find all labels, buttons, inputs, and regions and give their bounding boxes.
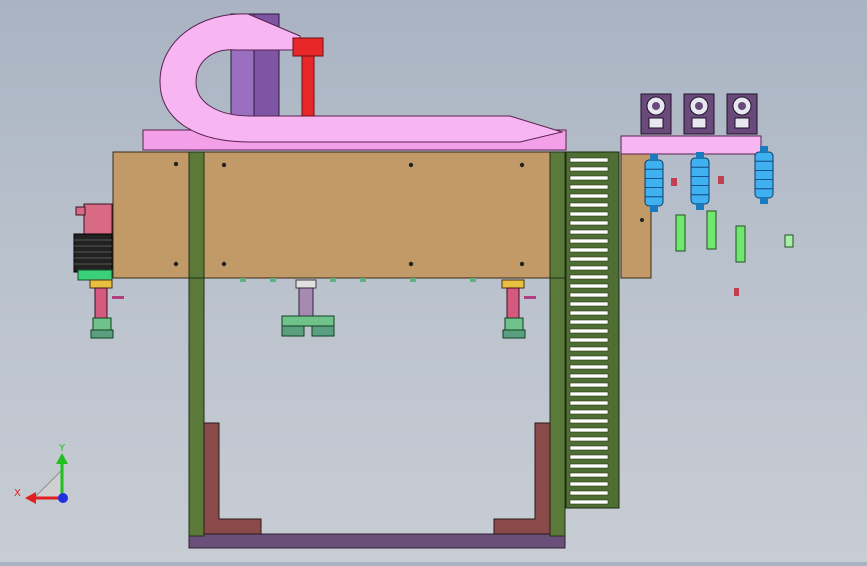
red-rod-cap xyxy=(292,37,324,57)
base-plate xyxy=(188,533,566,549)
triad-x-label: X xyxy=(14,488,21,499)
chain-link xyxy=(569,454,609,460)
cyan-cylinder xyxy=(644,154,664,212)
chain-link xyxy=(569,229,609,235)
motor-green-base xyxy=(77,269,113,281)
right-suction-foot xyxy=(501,279,536,339)
chain-link xyxy=(569,256,609,262)
cyan-cylinder xyxy=(690,152,710,210)
chain-link xyxy=(569,211,609,217)
cyan-cylinder xyxy=(754,146,774,204)
chain-link xyxy=(569,184,609,190)
chain-link xyxy=(569,283,609,289)
left-l-bracket xyxy=(203,422,262,535)
chain-link xyxy=(569,445,609,451)
chain-link xyxy=(569,490,609,496)
chain-link xyxy=(569,301,609,307)
chain-link xyxy=(569,391,609,397)
chain-link xyxy=(569,247,609,253)
chain-link xyxy=(569,427,609,433)
chain-link xyxy=(569,202,609,208)
chain-link xyxy=(569,337,609,343)
chain-link xyxy=(569,346,609,352)
gearbox xyxy=(640,93,672,135)
pink-right-plate xyxy=(620,135,762,155)
right-frame-column-upper xyxy=(549,151,566,279)
gearbox-group xyxy=(640,93,758,135)
chain-link xyxy=(569,463,609,469)
chain-link xyxy=(569,220,609,226)
chain-link xyxy=(569,238,609,244)
cad-viewport[interactable]: X Y xyxy=(0,0,867,562)
left-frame-column-upper xyxy=(188,151,205,279)
triad-y-label: Y xyxy=(58,443,66,454)
panel-bottom-details xyxy=(240,278,476,282)
chain-link xyxy=(569,418,609,424)
red-rod xyxy=(301,51,315,117)
chain-link xyxy=(569,355,609,361)
chain-link xyxy=(569,274,609,280)
chain-link xyxy=(569,319,609,325)
left-suction-foot xyxy=(89,279,124,339)
chain-link xyxy=(569,328,609,334)
chain-link xyxy=(569,175,609,181)
chain-link xyxy=(569,382,609,388)
main-tan-panel xyxy=(112,151,564,279)
right-l-bracket xyxy=(493,422,551,535)
chain-link xyxy=(569,364,609,370)
chain-link xyxy=(569,292,609,298)
motor-pink-tab xyxy=(75,206,86,216)
gearbox xyxy=(726,93,758,135)
chain-link xyxy=(569,310,609,316)
motor-pink-block xyxy=(83,203,113,235)
pink-c-arm xyxy=(159,13,564,143)
chain-link xyxy=(569,373,609,379)
gearbox xyxy=(683,93,715,135)
chain-link xyxy=(569,472,609,478)
chain-link xyxy=(569,400,609,406)
cyan-cylinder-group xyxy=(644,146,774,212)
orientation-triad: X Y xyxy=(14,443,68,504)
chain-link xyxy=(569,436,609,442)
chain-link xyxy=(569,193,609,199)
center-suction-foot xyxy=(281,279,335,337)
chain-link xyxy=(569,166,609,172)
chain-link xyxy=(569,481,609,487)
chain-link xyxy=(569,499,609,505)
chain-link xyxy=(569,265,609,271)
chain-link xyxy=(569,157,609,163)
lime-pin-group xyxy=(675,210,794,263)
z-axis-dot xyxy=(58,493,68,503)
chain-link xyxy=(569,409,609,415)
